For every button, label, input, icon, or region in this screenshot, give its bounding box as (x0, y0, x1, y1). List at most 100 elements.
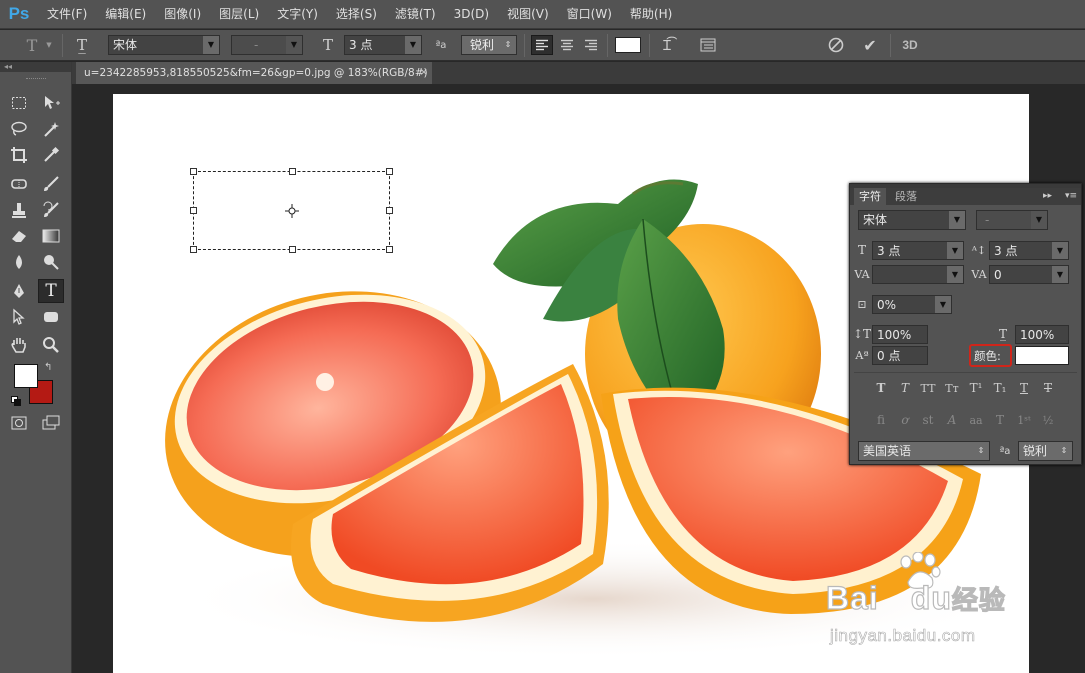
subscript-icon[interactable]: T₁ (992, 380, 1008, 396)
text-color-swatch[interactable] (615, 37, 641, 53)
lasso-tool-icon[interactable] (8, 118, 30, 140)
marquee-tool-icon[interactable] (8, 92, 30, 114)
resize-handle[interactable] (289, 168, 296, 175)
warp-text-icon[interactable]: Ɪ͡ (657, 35, 677, 55)
ligature-icon[interactable]: ﬁ (873, 412, 889, 428)
strikethrough-icon[interactable]: T (1040, 380, 1056, 396)
font-style-value: - (254, 38, 259, 52)
panel-font-size-select[interactable]: 3 点 ▼ (872, 241, 964, 260)
faux-italic-icon[interactable]: T (897, 380, 913, 396)
panel-menu-icon[interactable]: ▾≡ (1065, 188, 1077, 205)
clone-stamp-icon[interactable] (8, 199, 30, 221)
panel-tracking-select[interactable]: 0 ▼ (989, 265, 1069, 284)
zoom-tool-icon[interactable] (40, 334, 62, 356)
menu-view[interactable]: 视图(V) (498, 0, 558, 29)
menu-image[interactable]: 图像(I) (155, 0, 210, 29)
panel-horizontal-scale-input[interactable]: 100% (1015, 325, 1069, 344)
panel-vertical-scale-value: 100% (877, 328, 912, 342)
align-center-icon[interactable] (556, 35, 578, 55)
font-family-select[interactable]: 宋体 ▼ (108, 35, 220, 55)
font-size-select[interactable]: 3 点 ▼ (344, 35, 422, 55)
panels-toggle-icon[interactable] (698, 35, 718, 55)
panel-tsume-select[interactable]: 0% ▼ (872, 295, 952, 314)
toggle-orientation-icon[interactable]: T̲ (72, 35, 92, 55)
brush-tool-icon[interactable] (40, 173, 62, 195)
text-bounding-box[interactable] (190, 168, 393, 253)
pen-tool-icon[interactable] (8, 280, 30, 302)
panel-font-family-select[interactable]: 宋体 ▼ (858, 210, 966, 230)
panel-baseline-shift-input[interactable]: 0 点 (872, 346, 928, 365)
superscript-icon[interactable]: T¹ (968, 380, 984, 396)
panel-font-style-select[interactable]: - ▼ (976, 210, 1048, 230)
all-caps-icon[interactable]: TT (920, 380, 936, 396)
resize-handle[interactable] (190, 207, 197, 214)
gradient-tool-icon[interactable] (40, 225, 62, 247)
cancel-icon[interactable] (826, 35, 846, 55)
small-caps-icon[interactable]: Tᴛ (944, 380, 960, 396)
stylistic-alternates-icon[interactable]: aa (968, 412, 984, 428)
move-tool-icon[interactable] (40, 92, 62, 114)
font-style-select[interactable]: - ▼ (231, 35, 303, 55)
path-selection-icon[interactable] (8, 306, 30, 328)
history-brush-icon[interactable] (40, 199, 62, 221)
type-tool-icon[interactable]: T (38, 279, 64, 303)
dodge-tool-icon[interactable] (40, 251, 62, 273)
fractions-icon[interactable]: ½ (1040, 412, 1056, 428)
align-right-icon[interactable] (580, 35, 602, 55)
panel-antialias-select[interactable]: 锐利 ⇕ (1018, 441, 1073, 461)
document-tab[interactable]: u=2342285953,818550525&fm=26&gp=0.jpg @ … (76, 62, 432, 84)
foreground-color-swatch[interactable] (14, 364, 38, 388)
menu-edit[interactable]: 编辑(E) (96, 0, 155, 29)
toolbox-collapse-icon[interactable]: ◂◂ (0, 62, 71, 72)
panel-leading-select[interactable]: 3 点 ▼ (989, 241, 1069, 260)
resize-handle[interactable] (386, 246, 393, 253)
panel-horizontal-scale-value: 100% (1020, 328, 1055, 342)
tab-paragraph[interactable]: 段落 (890, 188, 922, 205)
resize-handle[interactable] (190, 168, 197, 175)
default-colors-icon[interactable] (11, 395, 21, 406)
healing-brush-icon[interactable] (8, 173, 30, 195)
resize-handle[interactable] (190, 246, 197, 253)
collapse-arrows-icon[interactable]: ▸▸ (1043, 188, 1052, 205)
crop-tool-icon[interactable] (8, 144, 30, 166)
panel-color-swatch[interactable] (1015, 346, 1069, 365)
resize-handle[interactable] (386, 168, 393, 175)
panel-vertical-scale-input[interactable]: 100% (872, 325, 928, 344)
tab-character[interactable]: 字符 (854, 188, 886, 205)
discretionary-ligature-icon[interactable]: st (920, 412, 936, 428)
panel-kerning-select[interactable]: ▼ (872, 265, 964, 284)
type-tool-preset-icon[interactable]: T (22, 35, 42, 55)
antialias-select[interactable]: 锐利 ⇕ (461, 35, 517, 55)
menu-layer[interactable]: 图层(L) (210, 0, 268, 29)
faux-bold-icon[interactable]: T (873, 380, 889, 396)
menu-type[interactable]: 文字(Y) (268, 0, 327, 29)
close-icon[interactable]: × (420, 62, 428, 84)
preset-dropdown-icon[interactable]: ▼ (45, 39, 53, 51)
menu-filter[interactable]: 滤镜(T) (386, 0, 445, 29)
ordinals-icon[interactable]: 1ˢᵗ (1016, 412, 1032, 428)
magic-wand-icon[interactable] (40, 118, 62, 140)
commit-check-icon[interactable]: ✔ (860, 35, 880, 55)
eyedropper-icon[interactable] (40, 144, 62, 166)
menu-help[interactable]: 帮助(H) (621, 0, 681, 29)
quick-mask-icon[interactable] (8, 412, 30, 434)
hand-tool-icon[interactable] (8, 334, 30, 356)
underline-icon[interactable]: T (1016, 380, 1032, 396)
eraser-tool-icon[interactable] (8, 225, 30, 247)
align-left-icon[interactable] (531, 35, 553, 55)
titling-alternates-icon[interactable]: T (992, 412, 1008, 428)
3d-label[interactable]: 3D (899, 35, 921, 55)
menu-file[interactable]: 文件(F) (38, 0, 96, 29)
old-style-icon[interactable]: ơ (897, 412, 913, 428)
resize-handle[interactable] (386, 207, 393, 214)
rectangle-shape-icon[interactable] (40, 306, 62, 328)
swash-icon[interactable]: A (944, 412, 960, 428)
menu-3d[interactable]: 3D(D) (445, 0, 498, 29)
screen-mode-icon[interactable] (40, 412, 62, 434)
resize-handle[interactable] (289, 246, 296, 253)
blur-tool-icon[interactable] (8, 251, 30, 273)
menu-window[interactable]: 窗口(W) (558, 0, 621, 29)
language-select[interactable]: 美国英语 ⇕ (858, 441, 990, 461)
menu-select[interactable]: 选择(S) (327, 0, 386, 29)
swap-colors-icon[interactable]: ↰ (44, 362, 52, 373)
